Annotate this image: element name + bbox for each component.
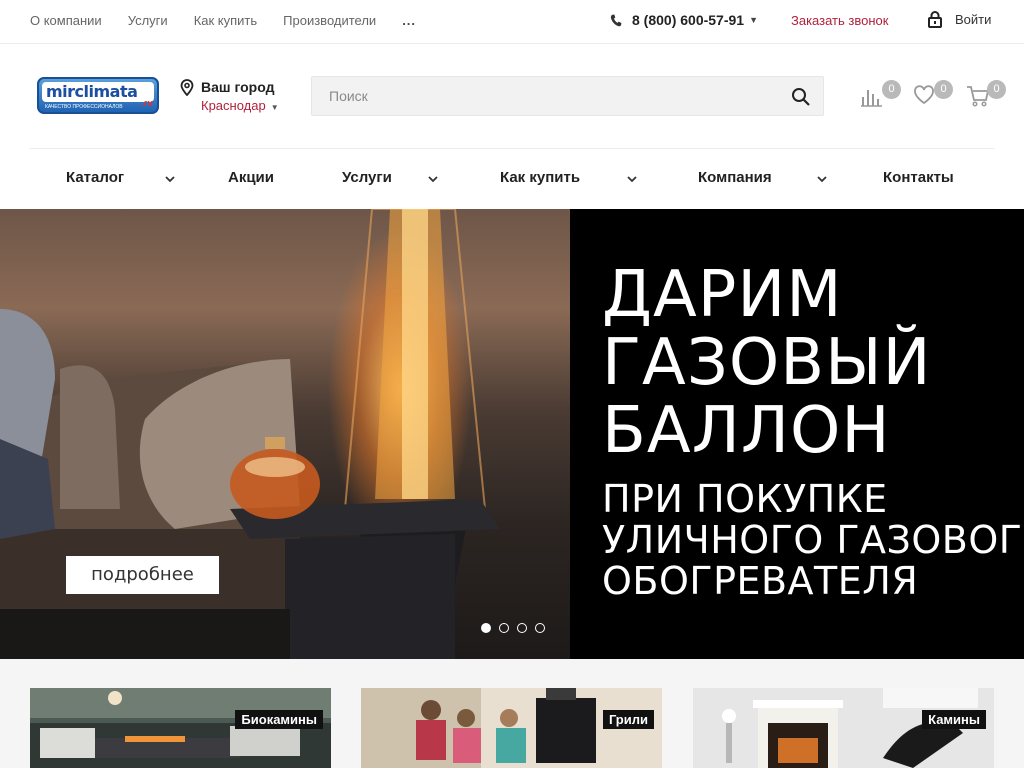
- nav-item-catalog[interactable]: Каталог: [66, 169, 124, 186]
- more-button[interactable]: подробнее: [66, 556, 219, 594]
- compare-count-badge: 0: [882, 80, 901, 99]
- search-input[interactable]: [312, 77, 772, 115]
- category-card-biofireplaces[interactable]: Биокамины: [30, 688, 331, 768]
- logo-tagline: КАЧЕСТВО ПРОФЕССИОНАЛОВ: [45, 104, 123, 110]
- top-link-more[interactable]: ...: [402, 13, 416, 28]
- category-strip: Биокамины Грили Камины: [0, 659, 1024, 768]
- slider-dots: [481, 623, 545, 633]
- heart-icon: [914, 85, 934, 105]
- category-card-fireplaces[interactable]: Камины: [693, 688, 994, 768]
- login-label: Войти: [955, 12, 992, 27]
- banner-title: ДАРИМ ГАЗОВЫЙ БАЛЛОН: [602, 261, 931, 465]
- slider-dot[interactable]: [517, 623, 527, 633]
- slider-dot[interactable]: [535, 623, 545, 633]
- map-pin-icon: [180, 79, 194, 96]
- chevron-down-icon[interactable]: [627, 176, 637, 183]
- lock-icon: [928, 11, 942, 28]
- favorites-count-badge: 0: [934, 80, 953, 99]
- nav-item-services[interactable]: Услуги: [342, 169, 392, 186]
- banner-subtitle-line: ОБОГРЕВАТЕЛЯ: [602, 559, 919, 603]
- nav-item-contacts[interactable]: Контакты: [883, 169, 954, 186]
- category-card-grills[interactable]: Грили: [361, 688, 662, 768]
- banner-title-line: БАЛЛОН: [602, 394, 891, 468]
- chevron-down-icon[interactable]: [428, 176, 438, 183]
- compare-icon: [861, 90, 882, 107]
- chevron-down-icon[interactable]: [817, 176, 827, 183]
- top-nav: О компании Услуги Как купить Производите…: [30, 13, 442, 28]
- nav-item-how-to-buy[interactable]: Как купить: [500, 169, 580, 186]
- search-icon[interactable]: [791, 87, 811, 107]
- chevron-down-icon: ▼: [270, 103, 279, 112]
- callback-link[interactable]: Заказать звонок: [791, 13, 888, 28]
- city-name[interactable]: Краснодар ▼: [201, 98, 279, 113]
- banner-subtitle-line: УЛИЧНОГО ГАЗОВОГО: [602, 518, 1024, 562]
- phone-block[interactable]: 8 (800) 600-57-91 ▼: [610, 12, 758, 28]
- city-label: Ваш город: [201, 79, 275, 95]
- logo-domain: .ru: [141, 98, 153, 108]
- top-bar: О компании Услуги Как купить Производите…: [0, 0, 1024, 44]
- compare-button[interactable]: 0: [861, 80, 901, 109]
- cart-button[interactable]: 0: [966, 80, 1006, 109]
- chevron-down-icon[interactable]: [165, 176, 175, 183]
- slider-dot[interactable]: [481, 623, 491, 633]
- category-label: Грили: [602, 710, 654, 729]
- top-link-about[interactable]: О компании: [30, 13, 102, 28]
- phone-icon: [610, 14, 622, 26]
- favorites-button[interactable]: 0: [913, 80, 953, 109]
- banner-subtitle-line: ПРИ ПОКУПКЕ: [602, 477, 888, 521]
- category-label: Биокамины: [235, 710, 323, 729]
- nav-item-promotions[interactable]: Акции: [228, 169, 274, 186]
- site-logo[interactable]: mirclimata .ru КАЧЕСТВО ПРОФЕССИОНАЛОВ: [37, 77, 159, 114]
- phone-number[interactable]: 8 (800) 600-57-91: [632, 12, 744, 28]
- cart-count-badge: 0: [987, 80, 1006, 99]
- top-link-manufacturers[interactable]: Производители: [283, 13, 376, 28]
- main-nav: Каталог Акции Услуги Как купить Компания…: [30, 148, 994, 209]
- top-link-how-to-buy[interactable]: Как купить: [194, 13, 257, 28]
- top-link-services[interactable]: Услуги: [128, 13, 168, 28]
- login-button[interactable]: Войти: [927, 11, 991, 28]
- banner-subtitle: ПРИ ПОКУПКЕ УЛИЧНОГО ГАЗОВОГО ОБОГРЕВАТЕ…: [602, 479, 1024, 602]
- promo-banner: ДАРИМ ГАЗОВЫЙ БАЛЛОН ПРИ ПОКУПКЕ УЛИЧНОГ…: [0, 209, 1024, 659]
- banner-title-line: ДАРИМ: [602, 258, 843, 332]
- nav-item-company[interactable]: Компания: [698, 169, 772, 186]
- city-name-text: Краснодар: [201, 98, 266, 113]
- slider-dot[interactable]: [499, 623, 509, 633]
- logo-text: mirclimata: [42, 82, 154, 102]
- banner-title-line: ГАЗОВЫЙ: [602, 326, 932, 400]
- chevron-down-icon[interactable]: ▼: [749, 15, 758, 25]
- category-label: Камины: [922, 710, 986, 729]
- search-bar: [311, 76, 824, 116]
